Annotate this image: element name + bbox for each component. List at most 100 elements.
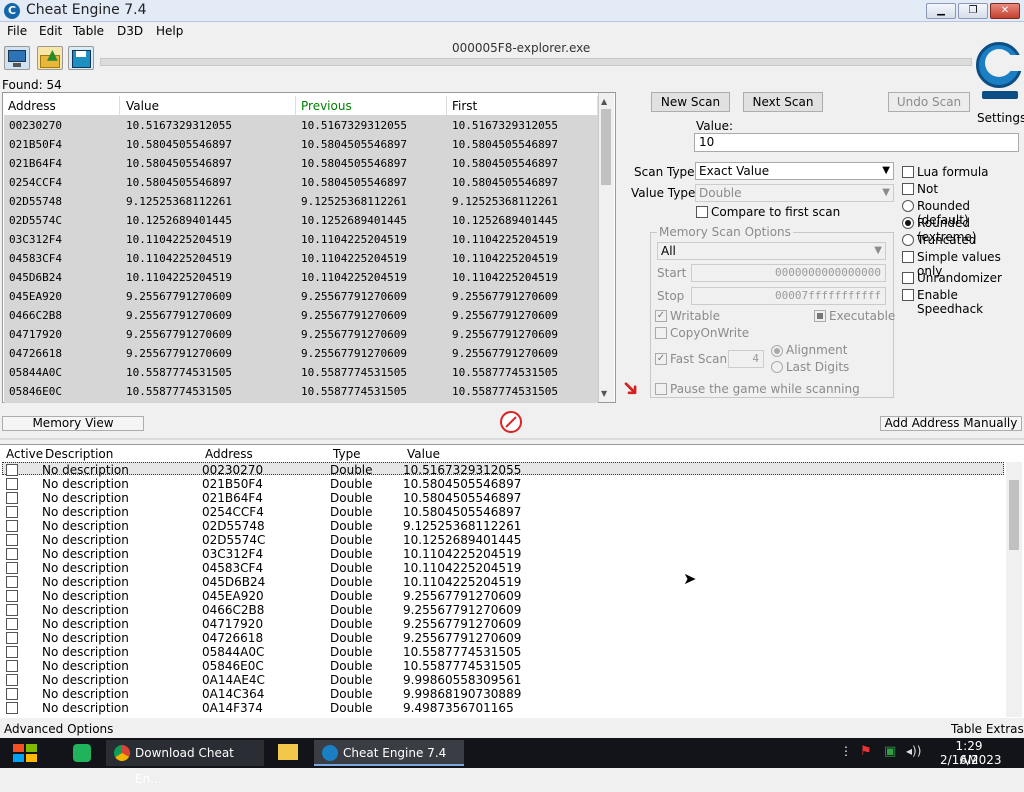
app-s-icon[interactable]: [73, 744, 91, 762]
address-cell[interactable]: Double: [330, 701, 373, 715]
scan-cell[interactable]: 10.5167329312055: [452, 119, 558, 132]
scan-cell[interactable]: 0466C2B8: [9, 309, 62, 322]
file-explorer-icon[interactable]: [278, 744, 298, 760]
address-cell[interactable]: Double: [330, 575, 373, 589]
executable-checkbox[interactable]: [814, 310, 826, 322]
address-cell[interactable]: No description: [42, 533, 129, 547]
address-cell[interactable]: No description: [42, 519, 129, 533]
address-cell[interactable]: 04583CF4: [202, 561, 263, 575]
active-checkbox[interactable]: [6, 492, 18, 504]
taskbar-chrome-button[interactable]: Download Cheat En...: [106, 740, 264, 786]
scan-cell[interactable]: 05846E0C: [9, 385, 62, 398]
address-cell[interactable]: 02D55748: [202, 519, 265, 533]
address-cell[interactable]: 10.1104225204519: [403, 561, 521, 575]
active-checkbox[interactable]: [6, 576, 18, 588]
scan-cell[interactable]: 10.5167329312055: [126, 119, 232, 132]
scan-cell[interactable]: 10.1104225204519: [126, 271, 232, 284]
scan-cell[interactable]: 05844A0C: [9, 366, 62, 379]
select-process-icon[interactable]: [4, 46, 30, 70]
address-cell[interactable]: Double: [330, 477, 373, 491]
address-cell[interactable]: Double: [330, 519, 373, 533]
scan-cell[interactable]: 9.25567791270609: [126, 290, 232, 303]
address-cell[interactable]: Double: [330, 645, 373, 659]
flag-icon[interactable]: ⚑: [860, 744, 872, 759]
address-cell[interactable]: 0A14C364: [202, 687, 264, 701]
save-icon[interactable]: [68, 46, 94, 70]
memory-view-button[interactable]: Memory View: [2, 416, 144, 431]
address-cell[interactable]: Double: [330, 673, 373, 687]
address-cell[interactable]: No description: [42, 659, 129, 673]
scan-cell[interactable]: 10.5804505546897: [452, 176, 558, 189]
open-file-icon[interactable]: ▲: [37, 46, 63, 70]
al-col-active[interactable]: Active: [6, 447, 43, 461]
undo-scan-button[interactable]: Undo Scan: [888, 92, 970, 112]
scan-cell[interactable]: 10.5804505546897: [452, 138, 558, 151]
address-cell[interactable]: 03C312F4: [202, 547, 263, 561]
scan-cell[interactable]: 10.1104225204519: [452, 252, 558, 265]
scan-cell[interactable]: 10.1104225204519: [301, 271, 407, 284]
scan-cell[interactable]: 045D6B24: [9, 271, 62, 284]
start-button-icon[interactable]: [10, 741, 40, 765]
address-cell[interactable]: 05846E0C: [202, 659, 264, 673]
address-cell[interactable]: Double: [330, 617, 373, 631]
address-cell[interactable]: 9.4987356701165: [403, 701, 514, 715]
stop-address-input[interactable]: 00007fffffffffff: [691, 287, 886, 305]
scan-col-value[interactable]: Value: [122, 96, 296, 116]
address-cell[interactable]: 9.25567791270609: [403, 589, 521, 603]
speedhack-checkbox[interactable]: [902, 289, 914, 301]
scan-cell[interactable]: 9.12525368112261: [301, 195, 407, 208]
scan-col-first[interactable]: First: [448, 96, 598, 116]
address-cell[interactable]: Double: [330, 491, 373, 505]
scan-cell[interactable]: 9.25567791270609: [452, 290, 558, 303]
menu-help[interactable]: Help: [156, 24, 183, 38]
active-checkbox[interactable]: [6, 506, 18, 518]
menu-edit[interactable]: Edit: [39, 24, 62, 38]
scan-cell[interactable]: 10.5587774531505: [126, 385, 232, 398]
active-checkbox[interactable]: [6, 590, 18, 602]
scan-cell[interactable]: 10.5587774531505: [452, 385, 558, 398]
address-cell[interactable]: 0A14AE4C: [202, 673, 265, 687]
address-cell[interactable]: No description: [42, 631, 129, 645]
compare-first-scan-checkbox[interactable]: [696, 206, 708, 218]
alignment-radio[interactable]: [771, 345, 783, 357]
scan-cell[interactable]: 9.25567791270609: [126, 328, 232, 341]
menu-d3d[interactable]: D3D: [117, 24, 143, 38]
address-cell[interactable]: No description: [42, 701, 129, 715]
address-cell[interactable]: 9.25567791270609: [403, 617, 521, 631]
address-cell[interactable]: Double: [330, 533, 373, 547]
address-cell[interactable]: 9.12525368112261: [403, 519, 521, 533]
scan-cell[interactable]: 10.5804505546897: [126, 157, 232, 170]
scan-cell[interactable]: 10.5804505546897: [301, 138, 407, 151]
scan-cell[interactable]: 9.25567791270609: [452, 309, 558, 322]
copy-on-write-checkbox[interactable]: [655, 327, 667, 339]
memory-region-select[interactable]: All ▼: [657, 242, 886, 260]
scan-cell[interactable]: 10.5167329312055: [301, 119, 407, 132]
address-cell[interactable]: No description: [42, 575, 129, 589]
scan-cell[interactable]: 9.25567791270609: [301, 309, 407, 322]
active-checkbox[interactable]: [6, 674, 18, 686]
value-type-select[interactable]: Double ▼: [695, 184, 894, 202]
menu-file[interactable]: File: [7, 24, 27, 38]
active-checkbox[interactable]: [6, 478, 18, 490]
scan-cell[interactable]: 10.5587774531505: [126, 366, 232, 379]
simple-values-checkbox[interactable]: [902, 251, 914, 263]
scan-cell[interactable]: 9.25567791270609: [301, 347, 407, 360]
address-cell[interactable]: 10.5804505546897: [403, 505, 521, 519]
address-cell[interactable]: 04717920: [202, 617, 263, 631]
not-checkbox[interactable]: [902, 183, 914, 195]
scan-cell[interactable]: 02D5574C: [9, 214, 62, 227]
scan-cell[interactable]: 045EA920: [9, 290, 62, 303]
scan-cell[interactable]: 9.25567791270609: [452, 328, 558, 341]
address-cell[interactable]: No description: [42, 673, 129, 687]
scan-cell[interactable]: 9.25567791270609: [301, 290, 407, 303]
al-col-description[interactable]: Description: [45, 447, 113, 461]
address-cell[interactable]: 9.25567791270609: [403, 631, 521, 645]
address-cell[interactable]: 0A14F374: [202, 701, 263, 715]
add-to-list-arrow-icon[interactable]: ➜: [612, 371, 649, 408]
active-checkbox[interactable]: [6, 562, 18, 574]
scan-cell[interactable]: 10.1104225204519: [126, 252, 232, 265]
scan-cell[interactable]: 04726618: [9, 347, 62, 360]
scan-cell[interactable]: 9.25567791270609: [126, 309, 232, 322]
active-checkbox[interactable]: [6, 520, 18, 532]
address-cell[interactable]: No description: [42, 505, 129, 519]
